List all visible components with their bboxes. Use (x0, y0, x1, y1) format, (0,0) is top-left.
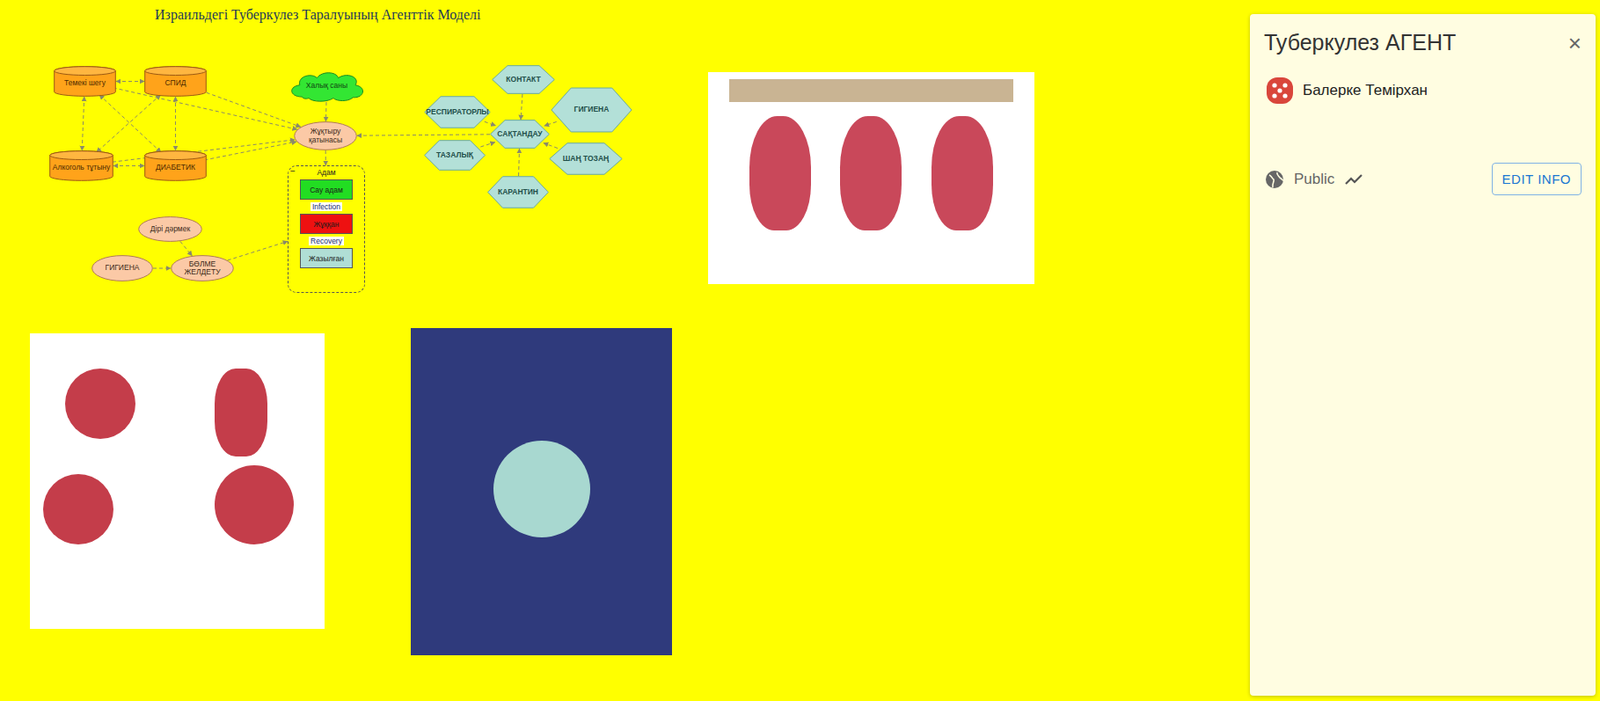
visibility-label[interactable]: Public (1293, 170, 1335, 189)
element-label: САҚТАНДАУ (494, 130, 545, 139)
panel-title: Туберкулез АГЕНТ (1263, 29, 1456, 56)
info-panel: Туберкулез АГЕНТ × Балерке Темірхан Public E… (1249, 14, 1596, 696)
connection-arrow[interactable] (180, 241, 193, 256)
connection-arrow[interactable] (200, 90, 301, 127)
connection-arrow[interactable] (543, 143, 558, 149)
map-element[interactable]: ДИАБЕТИК (144, 150, 207, 182)
avatar-icon (1263, 74, 1296, 107)
author-name: Балерке Темірхан (1302, 81, 1428, 100)
element-label: Жұқтыру қатынасы (293, 127, 358, 145)
connection-arrow[interactable] (357, 134, 490, 136)
collapse-button[interactable]: − (290, 166, 296, 176)
author[interactable]: Балерке Темірхан (1263, 74, 1582, 107)
element-label: Халық саны (303, 81, 351, 90)
transition-label[interactable]: Infection (310, 202, 343, 212)
map-element[interactable]: Дірі дәрмек (138, 216, 203, 242)
element-label: БӨЛМЕ ЖЕЛДЕТУ (170, 260, 234, 278)
map-element[interactable]: Алкоголь тұтыну (49, 150, 114, 182)
map-element[interactable]: Жұқтыру қатынасы (293, 121, 358, 151)
map-element[interactable]: ТАЗАЛЫҚ (423, 139, 486, 171)
map-element[interactable]: РЕСПИРАТОРЛЫ (423, 95, 491, 129)
map-element[interactable]: САҚТАНДАУ (489, 119, 550, 149)
connection-arrow[interactable] (113, 87, 298, 130)
element-label: РЕСПИРАТОРЛЫ (423, 108, 491, 117)
connection-arrow[interactable] (81, 96, 85, 151)
connection-arrow[interactable] (175, 96, 176, 151)
connection-arrow[interactable] (116, 80, 145, 82)
element-label: Дірі дәрмек (147, 225, 193, 234)
connection-arrow[interactable] (325, 102, 328, 122)
close-button[interactable]: × (1568, 31, 1582, 55)
tb-symptoms-poster[interactable] (410, 328, 673, 656)
map-title: Израильдегі Туберкулез Таралуының Агентт… (154, 7, 481, 23)
connection-arrow[interactable] (153, 268, 171, 270)
connection-arrow[interactable] (484, 121, 497, 125)
state-box[interactable]: Жазылған (299, 248, 353, 269)
element-label: ШАҢ ТОЗАҢ (560, 154, 612, 163)
edit-info-button[interactable]: EDIT INFO (1491, 162, 1582, 196)
element-label: Темекі шегу (61, 79, 109, 88)
element-label: ДИАБЕТИК (153, 163, 198, 172)
element-label: КОНТАКТ (503, 75, 543, 84)
connection-arrow[interactable] (520, 94, 523, 120)
element-label: ГИГИЕНА (102, 263, 143, 272)
group-label: Адам (316, 168, 336, 177)
trend-icon[interactable] (1343, 168, 1365, 190)
group-container[interactable]: − Адам Сау адам InfectionЖұққан Recovery Жазы… (287, 165, 366, 293)
lung-stages-image[interactable] (708, 72, 1035, 285)
connection-arrow[interactable] (480, 142, 495, 147)
element-label: СПИД (161, 79, 189, 88)
connection-arrow[interactable] (518, 148, 520, 176)
connection-arrow[interactable] (544, 121, 557, 126)
map-element[interactable]: КАРАНТИН (487, 175, 549, 209)
map-canvas[interactable]: Израильдегі Туберкулез Таралуының Агентт… (0, 0, 1600, 701)
transition-label[interactable]: Recovery (308, 236, 344, 246)
connection-arrow[interactable] (96, 94, 161, 153)
connection-arrow[interactable] (204, 141, 297, 161)
state-box[interactable]: Жұққан (299, 213, 353, 234)
map-element[interactable]: Халық саны (285, 69, 368, 103)
map-element[interactable]: Темекі шегу (53, 65, 117, 97)
element-label: Алкоголь тұтыну (50, 163, 113, 172)
map-element[interactable]: ГИГИЕНА (91, 255, 154, 282)
map-element[interactable]: СПИД (144, 65, 207, 97)
globe-icon (1263, 168, 1286, 190)
state-box[interactable]: Сау адам (299, 179, 353, 200)
map-element[interactable]: ШАҢ ТОЗАҢ (548, 142, 623, 176)
tb-process-image[interactable] (29, 333, 325, 629)
map-element[interactable]: КОНТАКТ (491, 65, 556, 95)
map-element[interactable]: ГИГИЕНА (550, 87, 633, 133)
connection-arrow[interactable] (113, 165, 145, 167)
element-label: ТАЗАЛЫҚ (433, 151, 476, 160)
connection-arrow[interactable] (99, 94, 161, 153)
connection-arrow[interactable] (325, 150, 327, 166)
element-label: КАРАНТИН (495, 188, 541, 197)
element-label: ГИГИЕНА (571, 105, 613, 114)
map-element[interactable]: БӨЛМЕ ЖЕЛДЕТУ (170, 255, 234, 282)
connection-arrow[interactable] (227, 241, 288, 261)
